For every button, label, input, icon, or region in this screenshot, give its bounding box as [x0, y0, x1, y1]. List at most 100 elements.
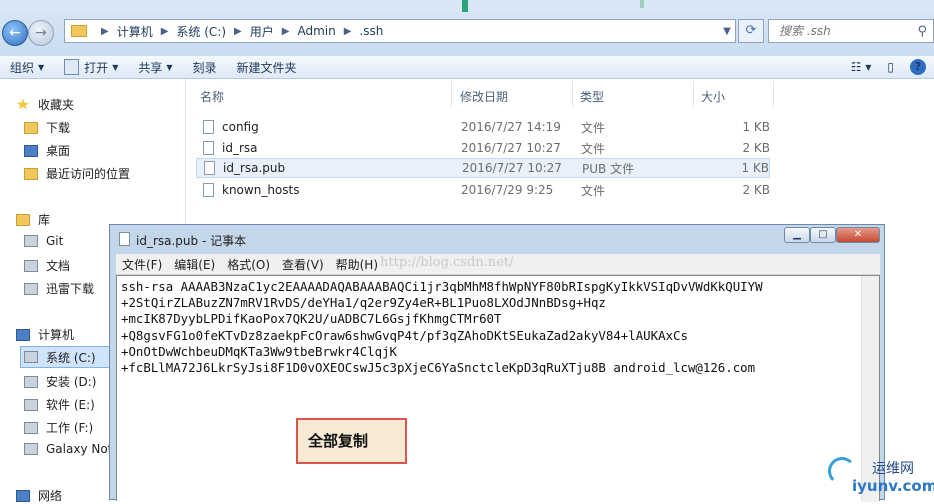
- file-date: 2016/7/27 10:27: [462, 161, 562, 175]
- file-name: known_hosts: [222, 183, 300, 197]
- download-icon: [24, 282, 38, 295]
- help-icon[interactable]: ?: [910, 59, 926, 75]
- file-size: 1 KB: [742, 120, 770, 134]
- sidebar-item-drive-d[interactable]: 安装 (D:): [24, 373, 96, 390]
- notepad-icon: [119, 232, 130, 246]
- logo-text-cn: 运维网: [872, 461, 914, 477]
- column-divider[interactable]: [693, 81, 694, 107]
- file-date: 2016/7/27 14:19: [461, 120, 561, 134]
- file-row[interactable]: known_hosts 2016/7/29 9:25 文件 2 KB: [196, 180, 770, 200]
- sidebar-item-label: 系统 (C:): [46, 350, 96, 365]
- file-type: 文件: [581, 141, 606, 156]
- desktop-icon: [24, 144, 38, 157]
- sidebar-item-desktop[interactable]: 桌面: [24, 142, 70, 159]
- sidebar-item-recent[interactable]: 最近访问的位置: [24, 165, 130, 182]
- column-date[interactable]: 修改日期: [460, 88, 508, 105]
- column-divider[interactable]: [773, 81, 774, 107]
- breadcrumb-users[interactable]: 用户: [250, 23, 274, 40]
- file-type: 文件: [581, 120, 606, 135]
- breadcrumb-admin[interactable]: Admin: [297, 24, 335, 38]
- preview-pane-icon[interactable]: ▯: [887, 60, 894, 74]
- sidebar-item-galaxy[interactable]: Galaxy Not: [24, 442, 112, 456]
- new-folder-button[interactable]: 新建文件夹: [227, 59, 307, 76]
- menu-file[interactable]: 文件(F): [122, 256, 162, 273]
- drive-icon: [24, 398, 38, 411]
- sidebar-item-label: 软件 (E:): [46, 398, 95, 412]
- chevron-right-icon: ▶: [101, 25, 109, 37]
- search-box[interactable]: ⚲: [768, 19, 934, 43]
- sidebar-item-label: Git: [46, 234, 64, 248]
- menu-help[interactable]: 帮助(H): [336, 256, 378, 273]
- sidebar-item-git[interactable]: Git: [24, 234, 63, 248]
- chevron-right-icon: ▶: [343, 25, 352, 37]
- file-date: 2016/7/27 10:27: [461, 141, 561, 155]
- file-icon: [64, 59, 80, 75]
- column-size[interactable]: 大小: [701, 88, 725, 105]
- search-icon[interactable]: ⚲: [917, 24, 927, 39]
- sidebar-item-downloads[interactable]: 下载: [24, 119, 70, 136]
- sidebar-item-favorites[interactable]: 收藏夹: [16, 96, 74, 113]
- file-size: 2 KB: [742, 141, 770, 155]
- logo-text-en: iyunv.com: [852, 477, 934, 495]
- library-icon: [16, 213, 30, 226]
- sidebar-item-label: 收藏夹: [38, 98, 75, 112]
- back-button[interactable]: ←: [2, 20, 28, 46]
- sidebar-item-xunlei[interactable]: 迅雷下载: [24, 280, 94, 297]
- maximize-button[interactable]: □: [810, 227, 836, 243]
- forward-button[interactable]: →: [28, 20, 54, 46]
- decoration: [640, 0, 644, 8]
- sidebar-item-label: 计算机: [38, 328, 75, 342]
- window-title: id_rsa.pub - 记事本: [136, 234, 247, 248]
- sidebar-item-drive-e[interactable]: 软件 (E:): [24, 396, 95, 413]
- share-button[interactable]: 共享 ▼: [128, 59, 182, 76]
- share-label: 共享: [138, 60, 163, 75]
- breadcrumb-drive-c[interactable]: 系统 (C:): [176, 23, 226, 40]
- organize-button[interactable]: 组织 ▼: [0, 59, 54, 76]
- chevron-right-icon: ▶: [160, 25, 169, 37]
- file-icon: [203, 120, 214, 134]
- sidebar-item-network[interactable]: 网络: [16, 487, 62, 504]
- address-bar[interactable]: ▶ 计算机 ▶ 系统 (C:) ▶ 用户 ▶ Admin ▶ .ssh ▼: [64, 19, 736, 43]
- search-input[interactable]: [777, 23, 911, 39]
- sidebar-item-label: 下载: [46, 121, 71, 135]
- sidebar-item-label: 最近访问的位置: [46, 167, 131, 181]
- file-row[interactable]: id_rsa 2016/7/27 10:27 文件 2 KB: [196, 138, 770, 158]
- sidebar-item-drive-c[interactable]: 系统 (C:): [20, 346, 113, 368]
- breadcrumb-ssh[interactable]: .ssh: [359, 24, 383, 38]
- sidebar-item-library[interactable]: 库: [16, 211, 50, 228]
- menu-format[interactable]: 格式(O): [227, 256, 270, 273]
- file-row[interactable]: config 2016/7/27 14:19 文件 1 KB: [196, 117, 770, 137]
- breadcrumb-computer[interactable]: 计算机: [117, 23, 153, 40]
- editor-content[interactable]: ssh-rsa AAAAB3NzaC1yc2EAAAADAQABAAABAQCi…: [121, 279, 763, 376]
- sidebar-item-computer[interactable]: 计算机: [16, 326, 74, 343]
- burn-button[interactable]: 刻录: [183, 59, 227, 76]
- chevron-down-icon: ▼: [112, 62, 119, 72]
- annotation-callout: 全部复制: [296, 418, 407, 464]
- chevron-down-icon: ▼: [38, 62, 45, 72]
- sidebar-item-documents[interactable]: 文档: [24, 257, 70, 274]
- column-name[interactable]: 名称: [200, 88, 224, 105]
- open-button[interactable]: 打开 ▼: [54, 59, 128, 76]
- sidebar-item-label: 网络: [38, 489, 63, 503]
- menu-edit[interactable]: 编辑(E): [174, 256, 215, 273]
- refresh-button[interactable]: ⟳: [738, 19, 764, 43]
- sidebar-item-label: 安装 (D:): [46, 375, 97, 389]
- menu-view[interactable]: 查看(V): [282, 256, 324, 273]
- chevron-down-icon[interactable]: ▼: [719, 26, 735, 37]
- file-icon: [204, 161, 215, 175]
- text-editor[interactable]: ssh-rsa AAAAB3NzaC1yc2EAAAADAQABAAABAQCi…: [116, 275, 880, 502]
- sidebar-item-label: Galaxy Not: [46, 442, 113, 456]
- column-divider[interactable]: [451, 81, 452, 107]
- close-button[interactable]: ✕: [836, 227, 880, 243]
- sidebar-item-drive-f[interactable]: 工作 (F:): [24, 419, 93, 436]
- decoration: [462, 0, 468, 12]
- column-divider[interactable]: [572, 81, 573, 107]
- column-type[interactable]: 类型: [580, 88, 604, 105]
- view-options-icon[interactable]: ☷ ▾: [851, 60, 872, 74]
- callout-text: 全部复制: [308, 432, 369, 450]
- chevron-down-icon: ▼: [166, 62, 173, 72]
- file-row-selected[interactable]: id_rsa.pub 2016/7/27 10:27 PUB 文件 1 KB: [196, 158, 770, 178]
- file-icon: [203, 183, 214, 197]
- phone-icon: [24, 443, 38, 455]
- minimize-button[interactable]: ▁: [784, 227, 810, 243]
